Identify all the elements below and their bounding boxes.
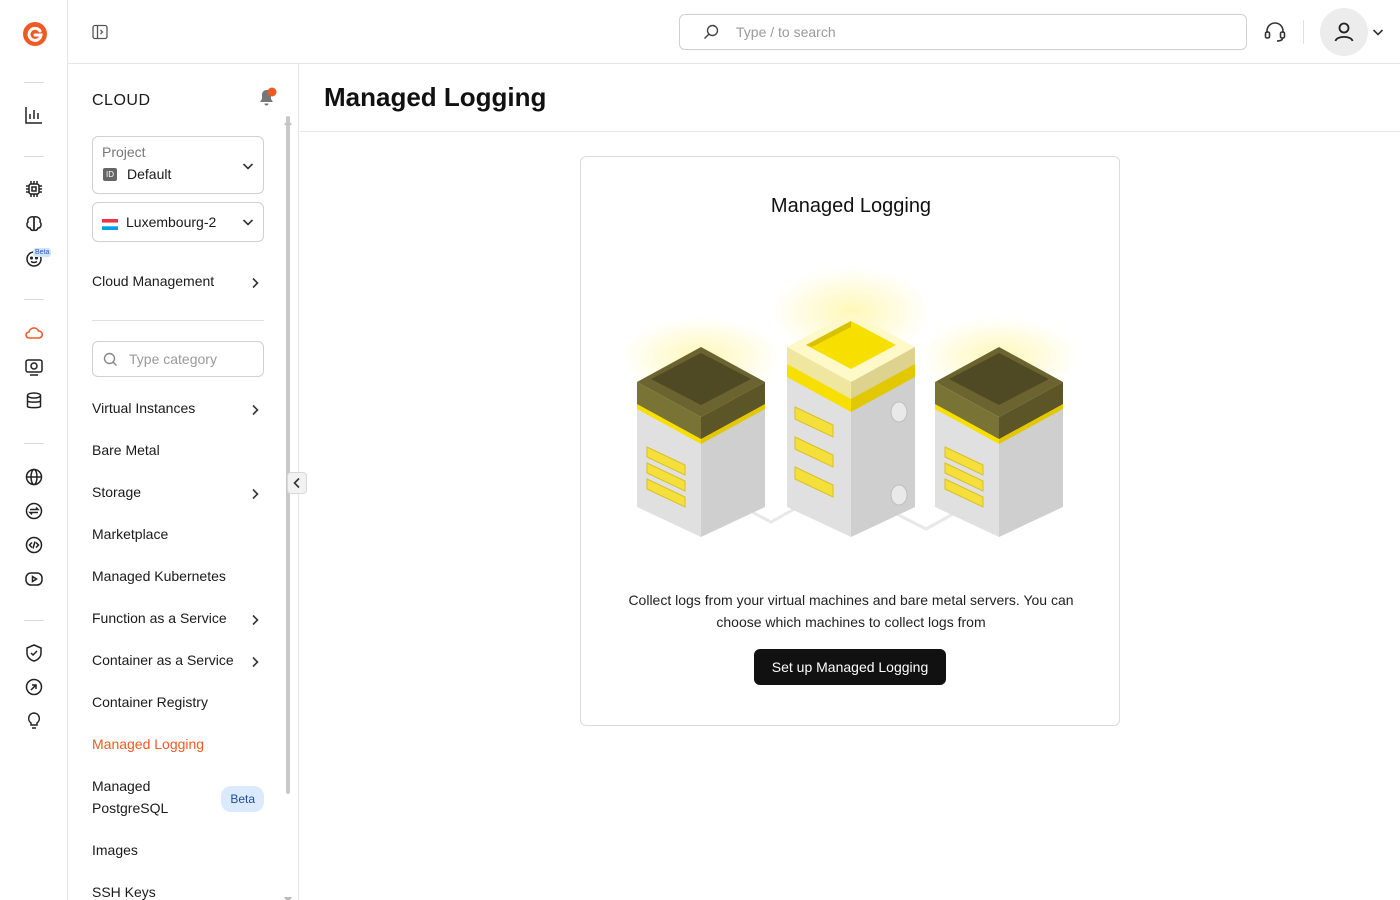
sidebar-item-bare-metal[interactable]: Bare Metal	[92, 439, 264, 461]
cloud-management-label: Cloud Management	[92, 273, 215, 289]
gcore-logo-icon[interactable]	[21, 20, 49, 48]
sidebar-divider	[92, 320, 264, 321]
scroll-down-arrow-icon[interactable]	[284, 890, 292, 900]
sidebar-item-label: Container Registry	[92, 694, 208, 710]
sidebar-item-container-as-a-service[interactable]: Container as a Service	[92, 649, 264, 671]
chevron-down-icon[interactable]	[1371, 25, 1385, 39]
cloud-sidebar: CLOUD Project ID Default Luxembourg-2 Cl…	[68, 64, 299, 900]
icon-rail: Beta	[0, 0, 68, 900]
chevron-down-icon	[241, 159, 255, 173]
sidebar-item-label: SSH Keys	[92, 884, 156, 900]
sidebar-item-label: Function as a Service	[92, 610, 227, 626]
chevron-right-icon	[248, 401, 262, 416]
sidebar-item-label: Managed Logging	[92, 736, 205, 752]
notification-bell-icon[interactable]	[256, 86, 280, 108]
search-input[interactable]	[736, 24, 1216, 40]
project-label: Project	[102, 144, 146, 160]
chevron-right-icon	[248, 611, 262, 626]
sidebar-item-virtual-instances[interactable]: Virtual Instances	[92, 397, 264, 419]
chevron-right-icon	[248, 274, 262, 289]
streaming-icon[interactable]	[23, 568, 45, 590]
region-select[interactable]: Luxembourg-2	[92, 202, 264, 242]
chevron-down-icon	[241, 215, 255, 229]
server-icon[interactable]	[23, 356, 45, 378]
network-exchange-icon[interactable]	[23, 500, 45, 522]
page-title: Managed Logging	[324, 82, 547, 112]
shield-icon[interactable]	[23, 642, 45, 664]
sidebar-item-marketplace[interactable]: Marketplace	[92, 523, 264, 545]
cloud-management-link[interactable]: Cloud Management	[92, 270, 264, 292]
cloud-icon[interactable]	[23, 322, 45, 344]
sidebar-scrollbar[interactable]	[286, 116, 290, 794]
collapse-sidebar-button[interactable]	[287, 472, 307, 494]
sidebar-item-label: Managed Kubernetes	[92, 568, 226, 584]
card-description: Collect logs from your virtual machines …	[628, 592, 1074, 630]
chevron-left-icon	[293, 477, 300, 489]
rail-divider	[24, 82, 44, 83]
topbar-divider	[1303, 20, 1304, 44]
luxembourg-flag-icon	[102, 217, 118, 230]
brain-icon[interactable]	[23, 213, 45, 235]
rail-divider	[24, 443, 44, 444]
code-icon[interactable]	[23, 534, 45, 556]
sidebar-title: CLOUD	[92, 92, 151, 109]
statistics-icon[interactable]	[23, 104, 45, 126]
user-avatar[interactable]	[1320, 8, 1368, 56]
project-id-tag: ID	[103, 168, 117, 181]
sidebar-item-managed-kubernetes[interactable]: Managed Kubernetes	[92, 565, 264, 587]
rail-divider	[24, 299, 44, 300]
card-title: Managed Logging	[770, 195, 932, 217]
hand-icon[interactable]	[23, 676, 45, 698]
category-search[interactable]	[92, 341, 264, 377]
sidebar-item-label: Virtual Instances	[92, 400, 196, 416]
panel-toggle-icon[interactable]	[92, 24, 108, 40]
rail-divider	[24, 156, 44, 157]
rail-beta-badge: Beta	[33, 248, 52, 257]
chevron-right-icon	[248, 653, 262, 668]
sidebar-item-label: Images	[92, 842, 138, 858]
sidebar-item-label: Marketplace	[92, 526, 169, 542]
set-up-managed-logging-button[interactable]: Set up Managed Logging	[754, 649, 946, 685]
database-icon[interactable]	[23, 390, 45, 412]
sidebar-item-managed-postgresql[interactable]: Managed PostgreSQL Beta	[92, 775, 264, 819]
sidebar-item-label: Managed PostgreSQL	[92, 778, 169, 816]
rail-divider	[24, 620, 44, 621]
chevron-right-icon	[248, 485, 262, 500]
region-value: Luxembourg-2	[126, 214, 217, 230]
globe-icon[interactable]	[23, 466, 45, 488]
project-value: Default	[127, 166, 172, 182]
sidebar-item-storage[interactable]: Storage	[92, 481, 264, 503]
sidebar-item-label: Bare Metal	[92, 442, 160, 458]
sidebar-item-images[interactable]: Images	[92, 839, 264, 861]
category-search-input[interactable]	[129, 351, 259, 367]
managed-logging-card: Managed Logging Collect logs from your v…	[580, 156, 1120, 726]
search-icon	[103, 352, 118, 367]
sidebar-item-function-as-a-service[interactable]: Function as a Service	[92, 607, 264, 629]
project-select[interactable]: Project ID Default	[92, 136, 264, 194]
sidebar-item-ssh-keys[interactable]: SSH Keys	[92, 881, 264, 900]
chip-icon[interactable]	[23, 178, 45, 200]
sidebar-item-label: Storage	[92, 484, 142, 500]
search-icon	[702, 23, 720, 41]
beta-badge: Beta	[221, 786, 264, 812]
top-bar	[68, 0, 1400, 64]
lightbulb-icon[interactable]	[23, 710, 45, 732]
page-header: Managed Logging	[300, 64, 1400, 132]
servers-illustration	[621, 267, 1081, 557]
sidebar-item-label: Container as a Service	[92, 652, 234, 668]
global-search[interactable]	[679, 14, 1247, 50]
sidebar-item-managed-logging[interactable]: Managed Logging	[92, 733, 264, 755]
sidebar-item-container-registry[interactable]: Container Registry	[92, 691, 264, 713]
support-headset-icon[interactable]	[1263, 21, 1287, 43]
